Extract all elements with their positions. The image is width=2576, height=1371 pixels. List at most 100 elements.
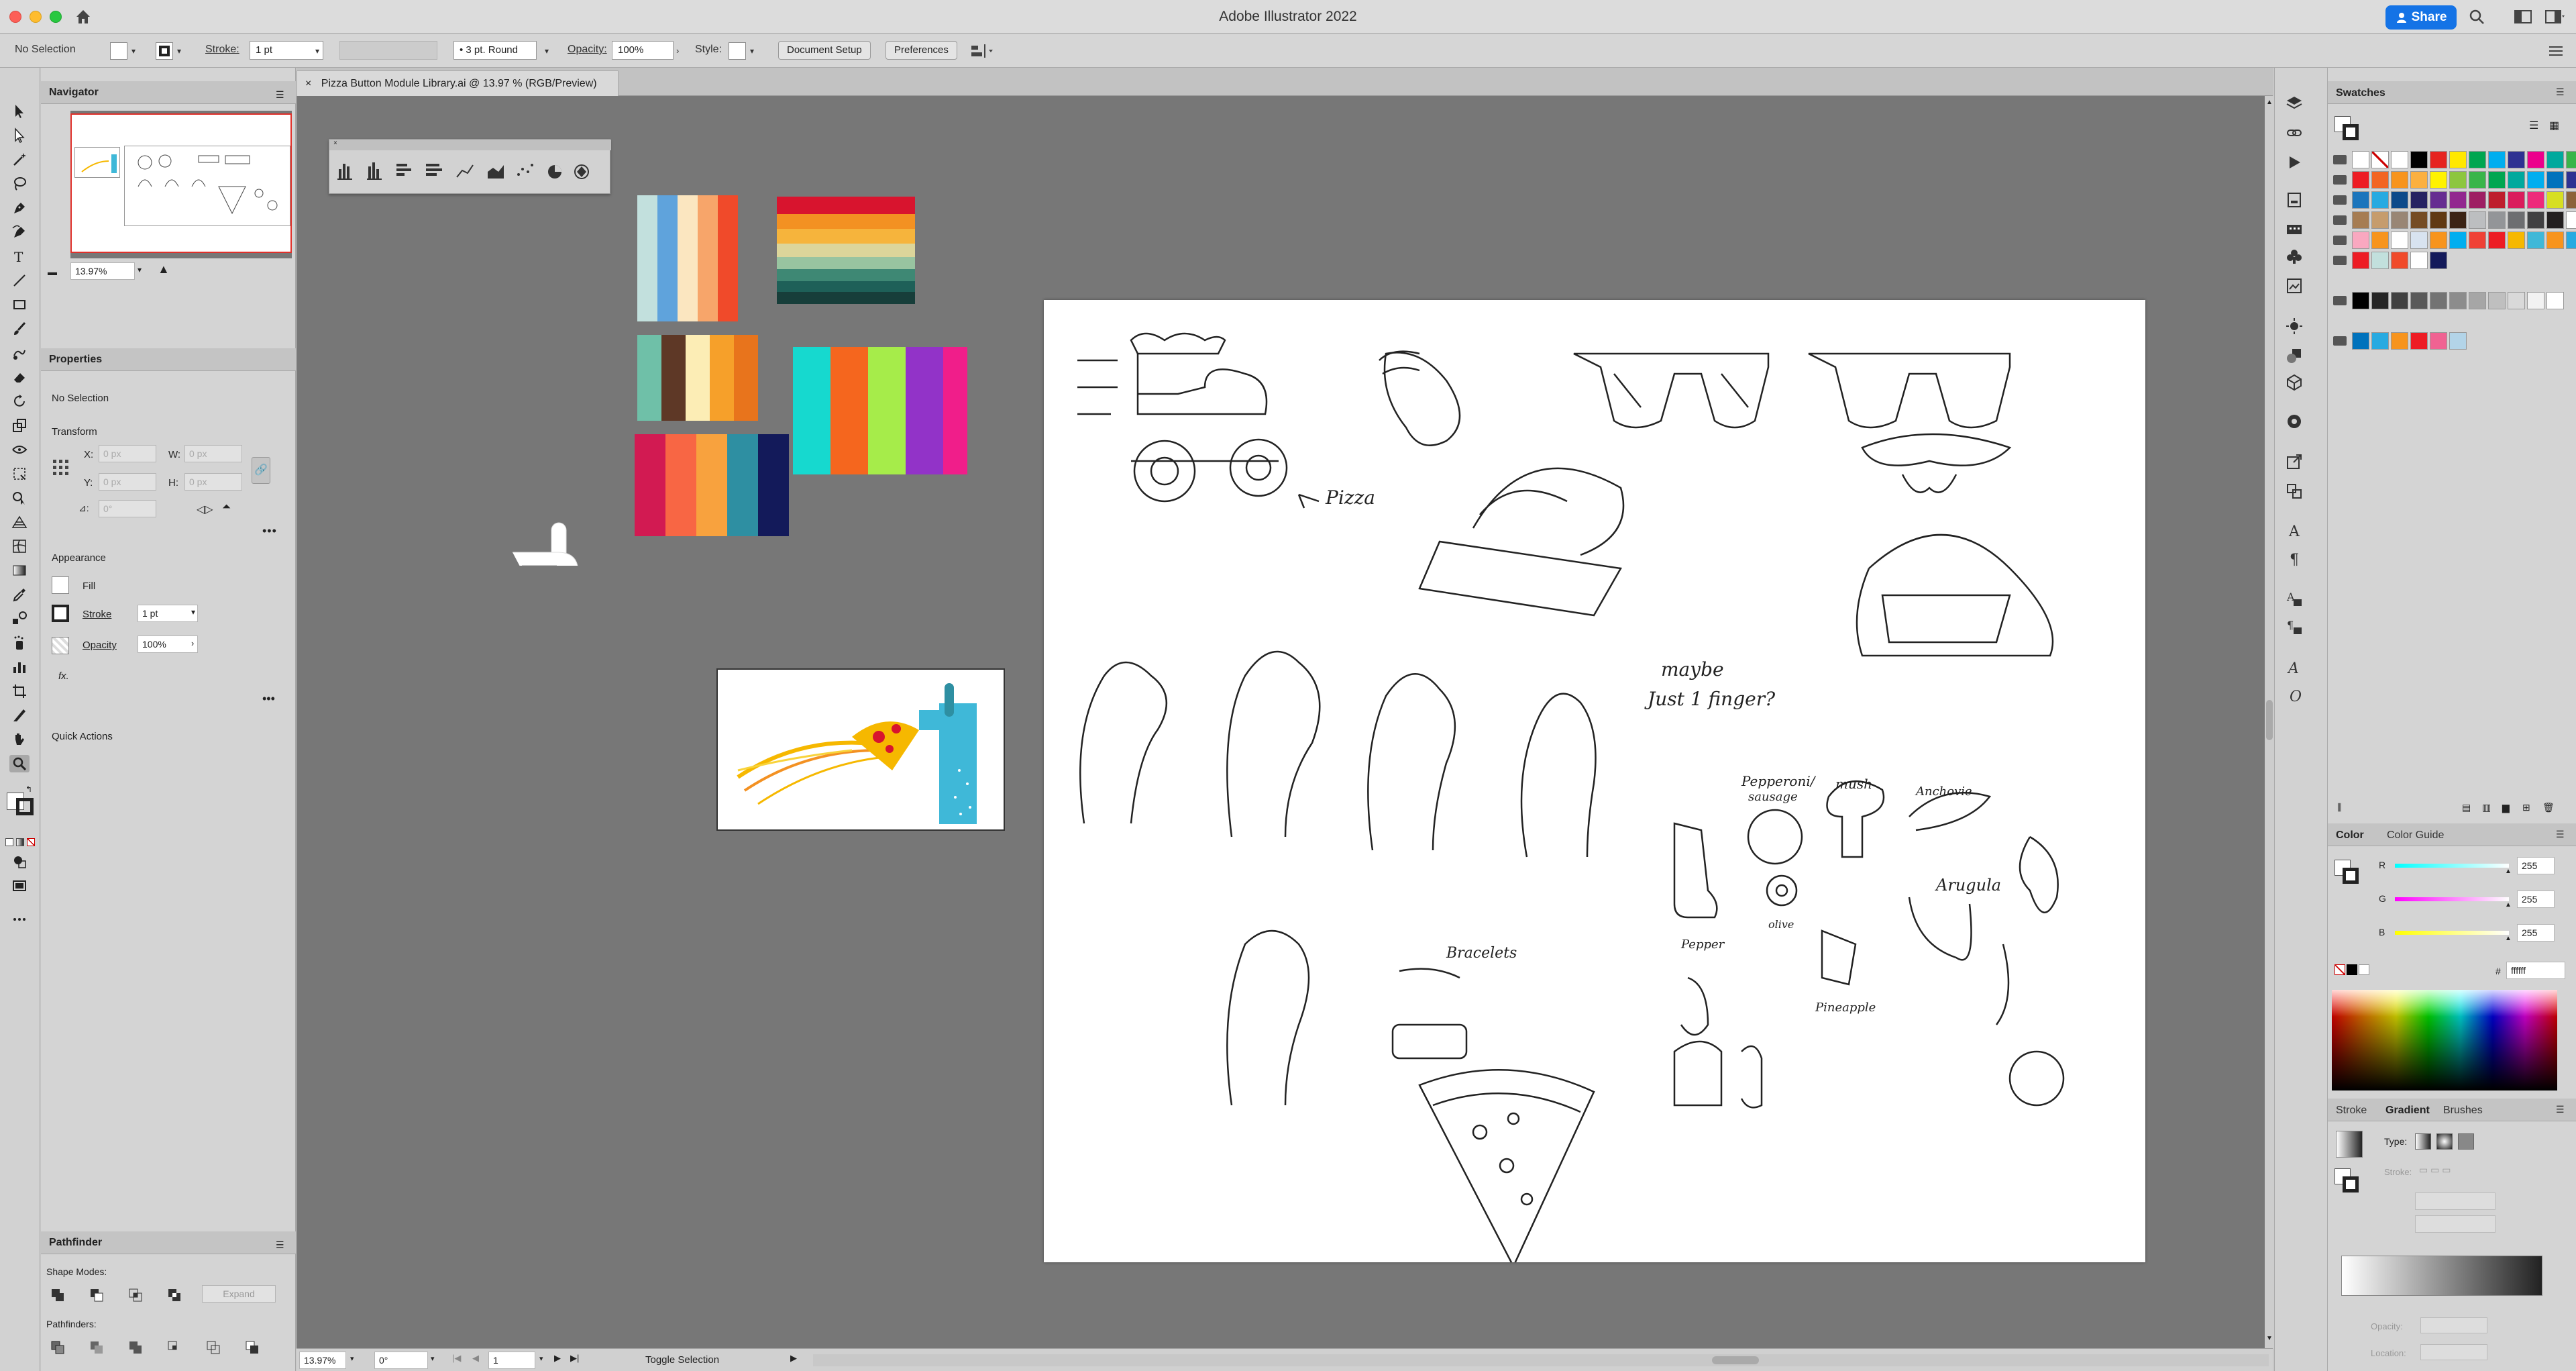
swatch[interactable] [2352, 252, 2369, 269]
sketch-sunglasses[interactable] [1573, 352, 1770, 429]
swatch[interactable] [2371, 292, 2389, 309]
swatch-group-folder-icon[interactable] [2333, 256, 2347, 265]
control-bar-menu-icon[interactable] [2549, 45, 2563, 60]
character-panel-icon[interactable]: A [2286, 521, 2303, 542]
swatch-group-folder-icon[interactable] [2333, 155, 2347, 164]
actions-play-icon[interactable] [2286, 154, 2303, 174]
minus-front-icon[interactable] [89, 1288, 104, 1303]
sketch-pizza-hat-glasses[interactable] [1856, 534, 2054, 657]
swatch[interactable] [2410, 151, 2428, 168]
white-hand-pointing-artwork[interactable] [513, 522, 578, 566]
swatch-group-folder-icon[interactable] [2333, 195, 2347, 205]
swatch[interactable] [2449, 171, 2467, 189]
zoom-tool-icon[interactable] [9, 755, 30, 772]
swatch-group-folder-icon[interactable] [2333, 296, 2347, 305]
swatch[interactable] [2527, 232, 2544, 249]
r-slider-thumb[interactable]: ▲ [2505, 868, 2512, 875]
merge-icon[interactable] [128, 1340, 143, 1355]
curvature-tool-icon[interactable] [9, 223, 30, 241]
swatch[interactable] [2546, 171, 2564, 189]
artboard-tool-icon[interactable] [9, 682, 30, 700]
blend-tool-icon[interactable] [9, 610, 30, 627]
draw-mode-icon[interactable] [9, 853, 30, 870]
swatch[interactable] [2352, 191, 2369, 209]
color-panel-menu-icon[interactable]: ☰ [2556, 829, 2565, 840]
eraser-tool-icon[interactable] [9, 368, 30, 386]
rotate-tool-icon[interactable] [9, 393, 30, 410]
opacity-label[interactable]: Opacity: [568, 44, 607, 56]
shape-builder-tool-icon[interactable] [9, 489, 30, 507]
pizza-hand-artwork[interactable] [716, 668, 1005, 831]
links-icon[interactable] [2286, 124, 2303, 145]
swatch[interactable] [2352, 151, 2369, 168]
stroke-label[interactable]: Stroke: [205, 44, 239, 56]
search-icon[interactable] [2469, 9, 2485, 28]
brush-definition-field[interactable]: • 3 pt. Round [453, 41, 537, 60]
swatch[interactable] [2546, 232, 2564, 249]
swatch[interactable] [2410, 252, 2428, 269]
swatch[interactable] [2469, 292, 2486, 309]
navigator-zoom-in-icon[interactable]: ▲ [158, 262, 170, 276]
swatch[interactable] [2352, 211, 2369, 229]
color-tab[interactable]: Color [2336, 829, 2364, 842]
swatch[interactable] [2546, 292, 2564, 309]
color-fill-stroke[interactable] [2334, 857, 2361, 884]
gradient-tool-icon[interactable] [9, 562, 30, 579]
swatch[interactable] [2430, 292, 2447, 309]
document-info-icon[interactable] [2286, 191, 2303, 212]
artboard[interactable]: Pizza maybe Just 1 finger? Bracelets Pep… [1044, 300, 2145, 1268]
swatch[interactable] [2527, 151, 2544, 168]
swatch[interactable] [2352, 332, 2369, 350]
swatch[interactable] [2371, 191, 2389, 209]
appearance-more-options-icon[interactable]: ••• [262, 692, 275, 706]
swatch[interactable] [2430, 171, 2447, 189]
swatch[interactable] [2566, 232, 2576, 249]
radial-gradient-icon[interactable] [2436, 1133, 2453, 1150]
swatch[interactable] [2391, 232, 2408, 249]
stroke-properties-dropdown[interactable]: ▾ [191, 607, 195, 617]
w-field[interactable]: 0 px [184, 445, 242, 462]
swatch[interactable] [2391, 151, 2408, 168]
swatch-group-folder-icon[interactable] [2333, 336, 2347, 346]
horizontal-scrollbar[interactable] [813, 1354, 2269, 1366]
hex-field[interactable]: ffffff [2506, 962, 2565, 979]
swatch[interactable] [2391, 191, 2408, 209]
swatch[interactable] [2508, 292, 2525, 309]
fill-dropdown[interactable]: ▾ [131, 46, 136, 56]
swatch[interactable] [2449, 151, 2467, 168]
swatch[interactable] [2449, 191, 2467, 209]
paragraph-panel-icon[interactable]: ¶ [2286, 550, 2303, 570]
outline-icon[interactable] [206, 1340, 221, 1355]
sketch-flying-pizza-box[interactable] [1418, 467, 1625, 617]
magic-wand-tool-icon[interactable] [9, 151, 30, 168]
gradient-stroke-options[interactable]: ▭ ▭ ▭ [2419, 1164, 2481, 1180]
navigator-zoom-out-icon[interactable]: ▬ [48, 266, 57, 277]
swatch[interactable] [2410, 211, 2428, 229]
swatch[interactable] [2527, 191, 2544, 209]
sketch-winged-pizza[interactable] [1379, 350, 1461, 446]
export-for-screens-icon[interactable] [2286, 453, 2303, 474]
swatch[interactable] [2410, 171, 2428, 189]
perspective-grid-tool-icon[interactable] [9, 513, 30, 531]
selection-tool-icon[interactable] [9, 103, 30, 120]
status-zoom-dropdown[interactable]: ▾ [350, 1354, 354, 1363]
unite-icon[interactable] [50, 1288, 65, 1303]
swatch[interactable] [2469, 171, 2486, 189]
swatch[interactable] [2488, 211, 2506, 229]
delete-swatch-icon[interactable]: 🗑 [2542, 802, 2555, 813]
width-tool-icon[interactable] [9, 441, 30, 458]
arrange-documents-icon[interactable] [2514, 9, 2532, 28]
arrange-icon[interactable] [970, 43, 994, 62]
g-slider[interactable] [2395, 897, 2509, 901]
scroll-up-arrow[interactable]: ▲ [2266, 99, 2273, 106]
swatch-options-icon[interactable]: ▥ [2482, 802, 2491, 813]
mesh-tool-icon[interactable] [9, 538, 30, 555]
swatch[interactable] [2352, 232, 2369, 249]
trim-icon[interactable] [89, 1340, 104, 1355]
swatches-libraries-menu-icon[interactable]: ⫼ [2337, 802, 2341, 813]
swatch[interactable] [2508, 151, 2525, 168]
paragraph-styles-icon[interactable]: ¶ [2286, 618, 2303, 639]
color-none-swatch[interactable] [2334, 964, 2345, 975]
gradient-aspect-field[interactable] [2415, 1215, 2496, 1233]
document-tab[interactable]: × Pizza Button Module Library.ai @ 13.97… [297, 70, 619, 96]
